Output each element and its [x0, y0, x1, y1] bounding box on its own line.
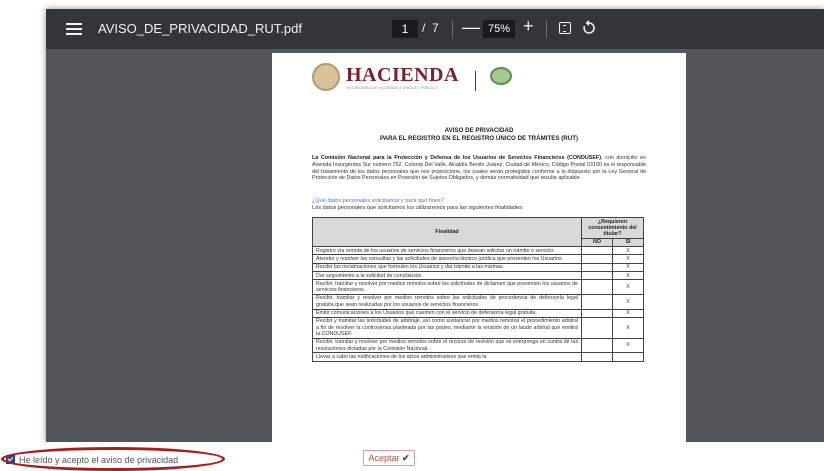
responsible-paragraph: La Comisión Nacional para la Protección … [312, 155, 646, 182]
table-row: Recibir, tramitar y resolver por medios … [312, 337, 644, 354]
hacienda-logo: HACIENDA SECRETARÍA DE HACIENDA Y CRÉDIT… [312, 61, 512, 101]
si-cell: X [612, 262, 644, 273]
si-cell: X [612, 279, 644, 295]
table-row: Emitir comunicaciones a los Usuarios que… [312, 308, 644, 318]
si-cell [612, 352, 644, 362]
pdf-page: HACIENDA SECRETARÍA DE HACIENDA Y CRÉDIT… [272, 53, 686, 442]
purpose-cell: Recibir las reclamaciones que formulen l… [312, 262, 582, 273]
table-row: Llevar a cabo las notificaciones de los … [312, 352, 644, 362]
table-row: Recibir, tramitar y resolver por medios … [312, 279, 644, 295]
condusef-logo-icon [490, 67, 512, 85]
toolbar-divider [452, 20, 453, 38]
purpose-cell: Atender y resolver las consultas y las s… [312, 254, 582, 264]
accept-label: Aceptar [368, 453, 400, 463]
column-header-si: SÍ [612, 237, 644, 248]
purpose-cell: Registro vía remota de los usuarios de s… [312, 246, 582, 256]
notice-title: AVISO DE PRIVACIDAD [444, 127, 514, 134]
total-pages: 7 [432, 21, 439, 35]
table-row: Dar seguimiento a la solicitud de concil… [312, 271, 644, 281]
no-cell [581, 308, 613, 318]
consent-label[interactable]: He leído y acepto el aviso de privacidad [19, 455, 178, 465]
no-cell [581, 337, 613, 354]
no-cell [581, 246, 613, 256]
menu-icon[interactable] [66, 23, 82, 35]
purpose-cell: Recibir, tramitar y resolver por medios … [312, 337, 582, 354]
notice-subtitle: PARA EL REGISTRO EN EL REGISTRO ÚNICO DE… [379, 135, 579, 142]
column-header-consent: ¿Requieren consentimiento del titular? [581, 217, 644, 239]
pdf-viewer: AVISO_DE_PRIVACIDAD_RUT.pdf 1 / 7 — 75% … [46, 9, 824, 442]
zoom-level-input[interactable]: 75% [483, 20, 515, 38]
no-cell [581, 262, 613, 273]
zoom-in-button[interactable]: + [523, 16, 534, 37]
page-separator: / [422, 21, 426, 35]
rotate-icon[interactable] [582, 20, 596, 36]
data-question-heading: ¿Qué datos personales solicitamos y para… [312, 198, 444, 204]
check-icon: ✔ [402, 453, 410, 463]
table-row: Atender y resolver las consultas y las s… [312, 254, 644, 264]
logo-text: HACIENDA [346, 64, 459, 86]
purpose-cell: Llevar a cabo las notificaciones de los … [312, 352, 582, 362]
fit-to-page-icon[interactable] [559, 22, 571, 34]
logo-divider [475, 71, 476, 91]
coat-of-arms-icon [312, 63, 340, 91]
no-cell [581, 279, 613, 295]
column-header-purpose: Finalidad [312, 216, 582, 248]
si-cell: X [612, 254, 644, 264]
purpose-cell: Recibir, tramitar y resolver por medios … [312, 279, 582, 295]
purposes-table: Finalidad ¿Requieren consentimiento del … [312, 216, 644, 362]
no-cell [581, 352, 613, 362]
si-cell: X [612, 308, 644, 318]
toolbar-divider [546, 20, 547, 38]
pdf-toolbar: AVISO_DE_PRIVACIDAD_RUT.pdf 1 / 7 — 75% … [46, 9, 824, 49]
table-row: Recibir las reclamaciones que formulen l… [312, 262, 644, 273]
zoom-out-button[interactable]: — [462, 17, 480, 38]
no-cell [581, 254, 613, 264]
si-cell: X [612, 246, 644, 256]
logo-subtitle: SECRETARÍA DE HACIENDA Y CRÉDITO PÚBLICO [347, 86, 438, 90]
no-cell [581, 316, 613, 339]
purpose-cell: Dar seguimiento a la solicitud de concil… [312, 271, 582, 281]
table-row: Recibir, tramitar y resolver por medios … [312, 293, 644, 310]
purpose-cell: Recibir y tramitar las solicitudes de ar… [312, 316, 582, 339]
table-row: Recibir y tramitar las solicitudes de ar… [312, 316, 644, 339]
si-cell: X [612, 293, 644, 310]
purposes-intro: Los datos personales que solicitamos los… [312, 205, 524, 211]
no-cell [581, 271, 613, 281]
column-header-no: NO [581, 237, 613, 248]
purpose-cell: Recibir, tramitar y resolver por medios … [312, 293, 582, 310]
current-page-input[interactable]: 1 [392, 20, 418, 38]
purpose-cell: Emitir comunicaciones a los Usuarios que… [312, 308, 582, 318]
responsible-entity: La Comisión Nacional para la Protección … [312, 155, 602, 161]
si-cell: X [612, 337, 644, 354]
si-cell: X [612, 316, 644, 339]
document-file-name: AVISO_DE_PRIVACIDAD_RUT.pdf [98, 21, 302, 36]
table-row: Registro vía remota de los usuarios de s… [312, 246, 644, 256]
consent-checkbox[interactable] [6, 455, 15, 464]
no-cell [581, 293, 613, 310]
si-cell: X [612, 271, 644, 281]
accept-button[interactable]: Aceptar ✔ [363, 450, 415, 466]
